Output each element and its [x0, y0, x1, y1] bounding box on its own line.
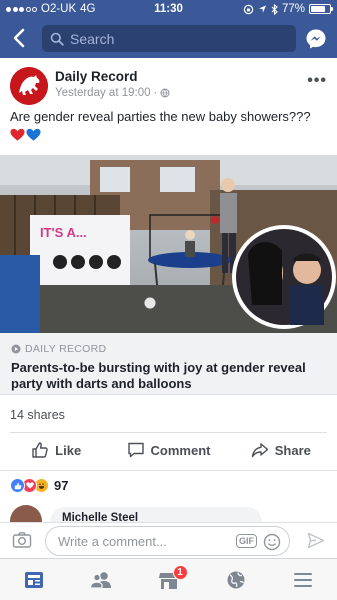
search-bar[interactable]	[42, 25, 296, 52]
top-nav-bar	[0, 20, 337, 58]
search-input[interactable]	[70, 30, 270, 47]
news-feed-icon	[24, 571, 43, 588]
link-source-label: DAILY RECORD	[25, 343, 107, 355]
comment-label: Comment	[150, 442, 211, 458]
emoji-icon[interactable]	[263, 533, 281, 551]
post-text: Are gender reveal parties the new baby s…	[10, 109, 311, 124]
send-icon[interactable]	[307, 532, 325, 549]
meta-separator: ·	[153, 87, 158, 99]
reaction-count: 97	[54, 478, 69, 493]
divider	[0, 470, 337, 471]
search-icon	[50, 32, 64, 46]
gif-button[interactable]: GIF	[236, 534, 257, 548]
post-header: Daily Record Yesterday at 19:00 · •••	[0, 58, 337, 108]
location-icon	[258, 5, 267, 13]
comment-button[interactable]: Comment	[112, 433, 224, 467]
daily-record-lion-logo-icon	[10, 67, 48, 105]
source-icon	[11, 344, 21, 354]
tab-news-feed[interactable]	[0, 559, 67, 600]
comment-bubble[interactable]: Michelle Steel	[50, 507, 262, 522]
red-heart-icon	[10, 128, 25, 141]
video-thumbnail[interactable]: IT'S A...	[0, 155, 337, 333]
friends-icon	[90, 571, 112, 589]
tab-friends[interactable]	[67, 559, 134, 600]
like-button[interactable]: Like	[0, 433, 112, 467]
post-meta: Yesterday at 19:00 ·	[55, 87, 170, 99]
thumbs-up-icon	[32, 442, 48, 458]
comment-field[interactable]: GIF	[45, 526, 290, 556]
back-chevron-icon[interactable]	[8, 26, 32, 50]
comment-input[interactable]	[58, 533, 228, 549]
link-source: DAILY RECORD	[11, 343, 106, 355]
globe-notifications-icon	[227, 571, 245, 588]
bluetooth-icon	[271, 3, 278, 15]
commenter-avatar[interactable]	[10, 505, 42, 522]
comment-icon	[127, 442, 144, 458]
status-right: 77%	[243, 3, 333, 15]
camera-icon[interactable]	[12, 531, 32, 549]
tab-notifications[interactable]	[202, 559, 269, 600]
commenter-name[interactable]: Michelle Steel	[62, 512, 138, 522]
comment-preview[interactable]: Michelle Steel	[10, 505, 337, 522]
comment-composer: GIF	[0, 522, 337, 558]
page-avatar[interactable]	[10, 67, 48, 105]
link-preview[interactable]: DAILY RECORD Parents-to-be bursting with…	[0, 333, 337, 395]
post-actions: Like Comment Share	[0, 433, 337, 467]
like-label: Like	[55, 442, 82, 458]
post-timestamp[interactable]: Yesterday at 19:00	[55, 87, 150, 99]
backyard-scene-image: IT'S A...	[0, 155, 337, 333]
tab-menu[interactable]	[270, 559, 337, 600]
battery-icon	[309, 4, 333, 14]
messenger-icon[interactable]	[305, 28, 327, 50]
banner-text: IT'S A...	[40, 225, 87, 240]
page-name[interactable]: Daily Record	[55, 69, 138, 84]
reactions-summary[interactable]: 97	[10, 478, 68, 493]
bottom-tab-bar: 1	[0, 558, 337, 600]
post-emoji	[10, 128, 41, 142]
blue-heart-icon	[26, 128, 41, 141]
globe-icon	[160, 88, 170, 98]
status-bar: O2-UK 4G 11:30 77%	[0, 0, 337, 20]
more-options-icon[interactable]: •••	[307, 72, 327, 90]
rotation-lock-icon	[243, 4, 254, 14]
shares-count[interactable]: 14 shares	[10, 408, 65, 422]
share-arrow-icon	[251, 443, 268, 458]
tab-marketplace[interactable]: 1	[135, 559, 202, 600]
menu-icon	[294, 572, 313, 587]
share-button[interactable]: Share	[225, 433, 337, 467]
link-title[interactable]: Parents-to-be bursting with joy at gende…	[11, 360, 326, 392]
battery-percent: 77%	[281, 3, 305, 15]
like-reaction-icon	[10, 478, 25, 493]
notifications-badge: 1	[172, 565, 188, 580]
share-label: Share	[274, 442, 311, 458]
